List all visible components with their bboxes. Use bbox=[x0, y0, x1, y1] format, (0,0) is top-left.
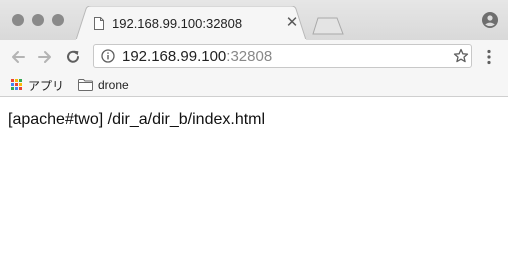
page-icon bbox=[94, 17, 104, 30]
url-text[interactable]: 192.168.99.100:32808 bbox=[122, 48, 272, 65]
tab-title: 192.168.99.100:32808 bbox=[112, 16, 243, 31]
profile-icon[interactable] bbox=[482, 12, 498, 28]
new-tab-button[interactable] bbox=[312, 17, 344, 35]
address-bar[interactable]: 192.168.99.100:32808 bbox=[93, 44, 472, 68]
zoom-window-button[interactable] bbox=[52, 14, 64, 26]
bookmark-label: drone bbox=[98, 78, 129, 92]
menu-dots-icon[interactable] bbox=[486, 49, 492, 65]
forward-arrow-icon[interactable] bbox=[36, 48, 54, 66]
minimize-window-button[interactable] bbox=[32, 14, 44, 26]
info-icon[interactable] bbox=[101, 49, 115, 63]
tab-strip: 192.168.99.100:32808 ✕ bbox=[0, 0, 508, 40]
url-host: 192.168.99.100 bbox=[122, 48, 227, 65]
folder-icon bbox=[78, 79, 93, 91]
apps-grid-icon bbox=[11, 79, 23, 91]
page-content: [apache#two] /dir_a/dir_b/index.html bbox=[0, 97, 508, 279]
toolbar: 192.168.99.100:32808 bbox=[0, 40, 508, 74]
active-tab[interactable]: 192.168.99.100:32808 ✕ bbox=[76, 6, 306, 40]
url-port: :32808 bbox=[226, 48, 273, 65]
bookmark-folder-drone[interactable]: drone bbox=[78, 76, 129, 94]
bookmark-apps[interactable]: アプリ bbox=[11, 76, 64, 94]
bookmark-label: アプリ bbox=[28, 78, 65, 93]
bookmark-star-icon[interactable] bbox=[453, 48, 469, 64]
close-window-button[interactable] bbox=[12, 14, 24, 26]
reload-icon[interactable] bbox=[64, 48, 82, 66]
back-arrow-icon[interactable] bbox=[9, 48, 27, 66]
bookmarks-bar: アプリ drone bbox=[0, 74, 508, 97]
page-body-text: [apache#two] /dir_a/dir_b/index.html bbox=[8, 111, 266, 128]
browser-window: 192.168.99.100:32808 ✕ 192.168.99.100:32… bbox=[0, 0, 508, 279]
close-tab-icon[interactable]: ✕ bbox=[284, 15, 300, 31]
